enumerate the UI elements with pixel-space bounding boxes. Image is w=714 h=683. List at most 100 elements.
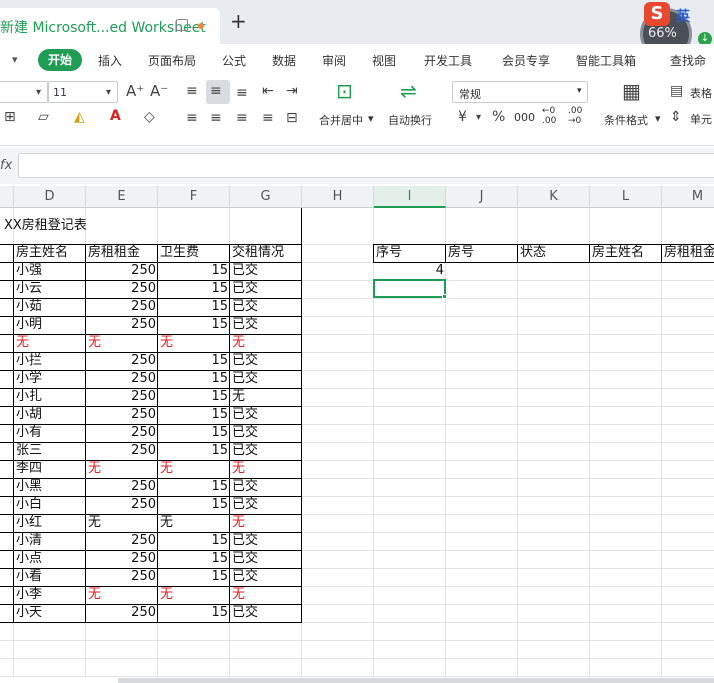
window-icon[interactable] — [176, 19, 188, 31]
table-cell: 15 — [211, 317, 228, 332]
column-header-k[interactable]: K — [518, 186, 590, 208]
table-style-button[interactable]: 表格 — [690, 85, 712, 101]
table-cell: 无 — [16, 335, 30, 350]
column-header-i[interactable]: I — [374, 186, 446, 208]
border-icon[interactable]: ⊞ — [4, 110, 16, 124]
increase-decimal-icon[interactable]: ←0.00 — [542, 106, 556, 126]
indent-increase-icon[interactable]: ⇥ — [286, 84, 298, 98]
fx-icon[interactable]: fx — [0, 158, 12, 173]
table-cell: 250 — [131, 425, 156, 440]
merge-center-icon[interactable]: ⊡ — [336, 81, 353, 101]
wrap-text-button[interactable]: 自动换行 — [388, 112, 432, 128]
menu-search[interactable]: 查找命 — [670, 52, 706, 69]
table-header-cell: 卫生费 — [160, 245, 200, 260]
table-cell: 小看 — [16, 569, 43, 584]
column-headers: D E F G H I J K L M — [0, 186, 714, 208]
table-border-horizontal — [0, 532, 302, 533]
table-cell: 无 — [232, 335, 246, 350]
align-top-icon[interactable]: ≡ — [186, 84, 198, 98]
menu-page-layout[interactable]: 页面布局 — [148, 52, 196, 69]
justify-icon[interactable]: ≡ — [262, 111, 274, 125]
sheet-grid[interactable]: XX房租登记表 房主姓名 房租租金 卫生费 交租情况 小强 250 15 已交 小云 250 15 已交… — [0, 208, 714, 678]
align-left-icon[interactable]: ≡ — [186, 111, 198, 125]
menu-smart-tools[interactable]: 智能工具箱 — [576, 52, 636, 69]
right-table-border-vertical — [445, 244, 446, 262]
table-cell: 250 — [131, 371, 156, 386]
font-color-icon[interactable]: A — [110, 109, 121, 123]
fill-handle[interactable] — [442, 294, 447, 299]
menu-view[interactable]: 视图 — [372, 52, 396, 69]
menu-member[interactable]: 会员专享 — [502, 52, 550, 69]
table-cell: 已交 — [232, 317, 259, 332]
conditional-format-button[interactable]: 条件格式 — [604, 112, 648, 128]
font-grow-icon[interactable]: A⁺ — [126, 84, 144, 99]
table-cell: 15 — [211, 353, 228, 368]
menu-formula[interactable]: 公式 — [222, 52, 246, 69]
table-cell: 张三 — [16, 443, 43, 458]
cell-button[interactable]: 单元 — [690, 111, 712, 127]
merge-center-button[interactable]: 合并居中 — [319, 112, 363, 128]
table-border-vertical — [301, 244, 302, 622]
cell-icon[interactable]: ⇕ — [670, 110, 682, 124]
ime-lang-label[interactable]: 英 — [676, 6, 690, 26]
indent-decrease-icon[interactable]: ⇤ — [262, 84, 274, 98]
fill-style-icon[interactable]: ▱ — [38, 110, 49, 124]
distribute-icon[interactable]: ⊟ — [286, 111, 298, 125]
wrap-text-icon[interactable]: ⇌ — [400, 81, 417, 101]
table-cell: 小清 — [16, 533, 43, 548]
table-cell: 15 — [211, 263, 228, 278]
right-header-cell: 房号 — [448, 245, 475, 260]
fill-color-icon[interactable]: ◭ — [74, 110, 85, 124]
table-cell: 250 — [131, 497, 156, 512]
table-style-icon[interactable]: ▤ — [670, 84, 683, 98]
thousands-icon[interactable]: 000 — [514, 111, 535, 124]
chevron-down-icon[interactable]: ▾ — [655, 112, 661, 125]
table-cell: 小李 — [16, 587, 43, 602]
document-tab[interactable]: 新建 Microsoft...ed Worksheet — [0, 8, 220, 44]
merge-dropdown-icon[interactable]: ▾ — [368, 112, 374, 125]
menu-developer[interactable]: 开发工具 — [424, 52, 472, 69]
column-header-d[interactable]: D — [14, 186, 86, 208]
formula-input[interactable] — [18, 153, 714, 178]
column-header-m[interactable]: M — [662, 186, 714, 208]
conditional-format-icon[interactable]: ▦ — [622, 81, 641, 101]
menu-review[interactable]: 审阅 — [322, 52, 346, 69]
number-format-value: 常规 — [459, 88, 481, 101]
horizontal-scrollbar[interactable] — [118, 678, 714, 683]
column-header-h[interactable]: H — [302, 186, 374, 208]
table-border-horizontal — [0, 622, 302, 623]
number-format-select[interactable]: 常规 ▾ — [452, 81, 588, 103]
selected-cell[interactable] — [373, 279, 446, 298]
percent-icon[interactable]: % — [492, 110, 505, 124]
table-cell: 已交 — [232, 425, 259, 440]
chevron-down-icon[interactable]: ▾ — [12, 53, 18, 66]
column-header-c[interactable] — [0, 186, 14, 208]
menu-home-tab[interactable]: 开始 — [38, 49, 82, 71]
table-cell: 15 — [211, 371, 228, 386]
column-header-f[interactable]: F — [158, 186, 230, 208]
menu-insert[interactable]: 插入 — [98, 52, 122, 69]
table-cell: 李四 — [16, 461, 43, 476]
new-tab-button[interactable]: + — [230, 11, 247, 31]
decrease-decimal-icon[interactable]: .00 →0 — [568, 106, 582, 126]
font-shrink-icon[interactable]: A⁻ — [150, 84, 168, 99]
table-border-horizontal — [0, 586, 302, 587]
column-header-l[interactable]: L — [590, 186, 662, 208]
table-border-vertical — [13, 244, 14, 622]
align-middle-icon[interactable]: ≡ — [210, 84, 222, 98]
table-cell: 小扎 — [16, 389, 43, 404]
align-right-icon[interactable]: ≡ — [236, 111, 248, 125]
table-cell: 小云 — [16, 281, 43, 296]
menu-data[interactable]: 数据 — [272, 52, 296, 69]
currency-icon[interactable]: ¥ — [458, 110, 467, 124]
column-header-e[interactable]: E — [86, 186, 158, 208]
eraser-icon[interactable]: ◇ — [144, 110, 155, 124]
table-cell: 15 — [211, 497, 228, 512]
right-header-cell: 房租租金 — [664, 245, 714, 260]
table-cell: 小天 — [16, 605, 43, 620]
table-border-horizontal — [0, 280, 302, 281]
column-header-g[interactable]: G — [230, 186, 302, 208]
align-bottom-icon[interactable]: ≡ — [236, 86, 248, 100]
align-center-icon[interactable]: ≡ — [210, 111, 222, 125]
column-header-j[interactable]: J — [446, 186, 518, 208]
